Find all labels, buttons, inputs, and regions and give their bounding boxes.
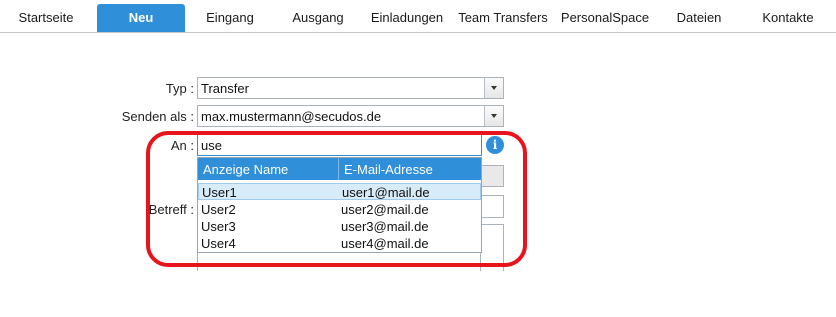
row-display-name: User1: [202, 185, 237, 200]
autocomplete-row[interactable]: User3 user3@mail.de: [198, 218, 481, 235]
send-as-label: Senden als :: [121, 109, 194, 124]
autocomplete-row[interactable]: User2 user2@mail.de: [198, 201, 481, 218]
row-email: user3@mail.de: [341, 219, 429, 234]
tab-neu[interactable]: Neu: [97, 4, 185, 32]
subject-label: Betreff :: [148, 202, 194, 217]
autocomplete-header: Anzeige Name E-Mail-Adresse: [198, 158, 481, 180]
send-as-select-value: max.mustermann@secudos.de: [201, 109, 382, 124]
type-select[interactable]: Transfer: [197, 77, 504, 99]
message-textarea[interactable]: [480, 224, 504, 271]
row-email: user2@mail.de: [341, 202, 429, 217]
autocomplete-row[interactable]: User1 user1@mail.de: [198, 183, 481, 200]
tab-einladungen[interactable]: Einladungen: [367, 4, 447, 32]
recipient-input[interactable]: use: [197, 134, 482, 156]
tab-startseite[interactable]: Startseite: [14, 4, 78, 32]
row-email: user4@mail.de: [341, 236, 429, 251]
row-display-name: User4: [201, 236, 236, 251]
to-label: An :: [170, 138, 194, 153]
chevron-down-icon[interactable]: [484, 106, 503, 126]
row-email: user1@mail.de: [342, 185, 430, 200]
send-as-select[interactable]: max.mustermann@secudos.de: [197, 105, 504, 127]
chevron-down-icon[interactable]: [484, 78, 503, 98]
column-header-display-name[interactable]: Anzeige Name: [203, 162, 288, 177]
tab-kontakte[interactable]: Kontakte: [756, 4, 820, 32]
row-display-name: User2: [201, 202, 236, 217]
message-textarea-edge: [197, 253, 198, 271]
main-tab-bar: Startseite Neu Eingang Ausgang Einladung…: [0, 0, 836, 33]
tab-ausgang[interactable]: Ausgang: [285, 4, 351, 32]
autocomplete-row[interactable]: User4 user4@mail.de: [198, 235, 481, 252]
info-icon[interactable]: i: [486, 136, 504, 154]
column-divider: [338, 158, 339, 180]
recipient-input-value: use: [201, 138, 222, 153]
tab-personalspace[interactable]: PersonalSpace: [558, 4, 652, 32]
subject-input[interactable]: [480, 195, 504, 218]
recipient-autocomplete-dropdown[interactable]: Anzeige Name E-Mail-Adresse User1 user1@…: [197, 157, 482, 253]
tab-eingang[interactable]: Eingang: [198, 4, 262, 32]
recipient-list-field[interactable]: [480, 165, 504, 187]
row-display-name: User3: [201, 219, 236, 234]
tab-team-transfers[interactable]: Team Transfers: [456, 4, 550, 32]
tab-dateien[interactable]: Dateien: [671, 4, 727, 32]
type-label: Typ :: [165, 81, 194, 96]
column-header-email[interactable]: E-Mail-Adresse: [344, 162, 433, 177]
type-select-value: Transfer: [201, 81, 249, 96]
